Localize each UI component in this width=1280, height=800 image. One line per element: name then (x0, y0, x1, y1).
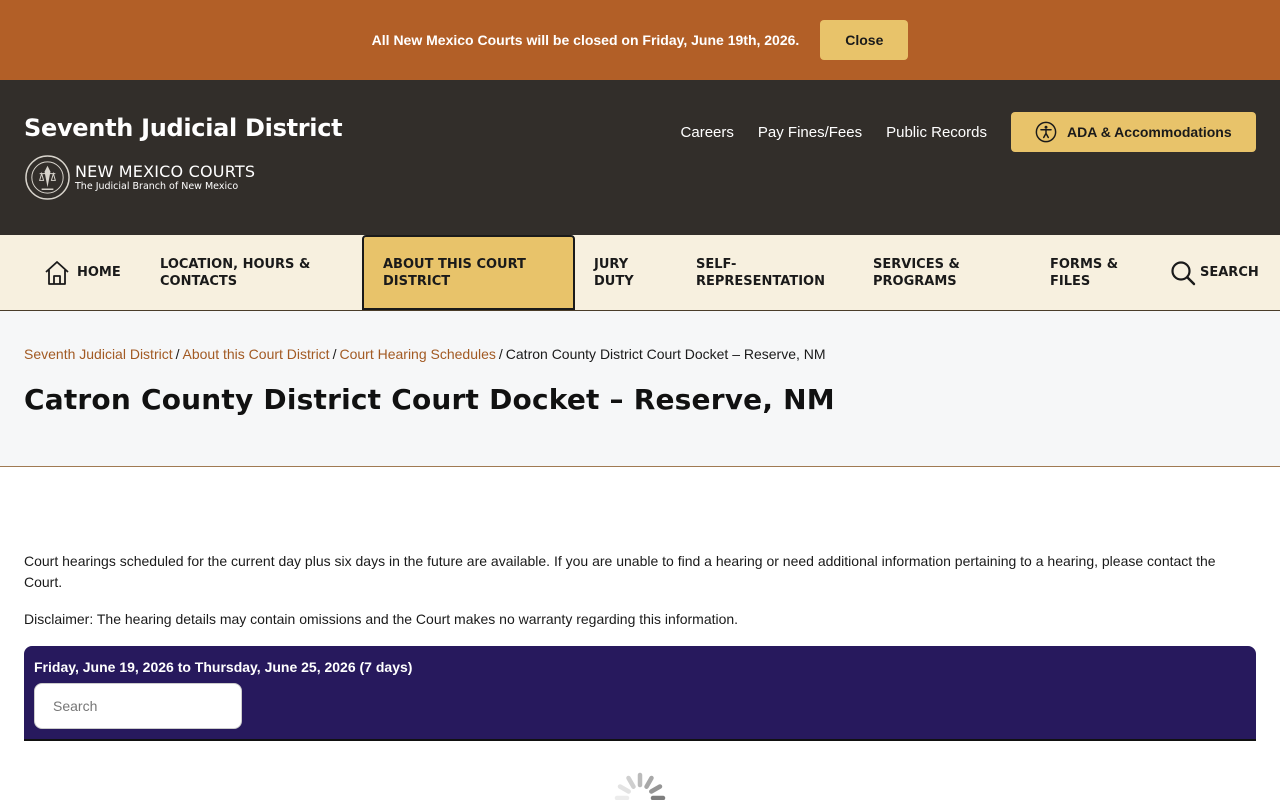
nav-location-line2: CONTACTS (160, 273, 238, 289)
nav-services-line1: SERVICES & (873, 256, 960, 272)
main-nav: HOME LOCATION, HOURS & CONTACTS ABOUT THI… (0, 235, 1280, 311)
brand-name: NEW MEXICO COURTS (75, 162, 256, 181)
alert-close-button[interactable]: Close (820, 20, 909, 60)
court-seal-icon (25, 155, 70, 200)
ada-accommodations-button[interactable]: ADA & Accommodations (1011, 112, 1256, 152)
pay-fines-link[interactable]: Pay Fines/Fees (758, 124, 862, 141)
date-range: Friday, June 19, 2026 to Thursday, June … (34, 659, 413, 675)
nav-forms-line1: FORMS & (1050, 256, 1119, 272)
nav-about-line1: ABOUT THIS COURT (383, 256, 526, 272)
breadcrumb: Seventh Judicial District / About this Cou… (24, 346, 826, 362)
nav-home-label: HOME (77, 265, 121, 280)
breadcrumb-separator: / (175, 346, 180, 362)
brand-tagline: The Judicial Branch of New Mexico (75, 181, 239, 192)
nav-jury-line1: JURY (594, 256, 629, 272)
careers-link[interactable]: Careers (681, 124, 734, 141)
ada-label: ADA & Accommodations (1067, 124, 1232, 140)
nav-about-court-district[interactable]: ABOUT THIS COURT DISTRICT (362, 235, 575, 310)
alert-banner: All New Mexico Courts will be closed on … (0, 0, 1280, 80)
disclaimer-text: Disclaimer: The hearing details may cont… (24, 611, 739, 627)
nav-search[interactable]: SEARCH (1170, 235, 1259, 310)
breadcrumb-separator: / (332, 346, 337, 362)
search-icon (1171, 260, 1196, 285)
nav-jury-line2: DUTY (594, 273, 634, 289)
alert-message: All New Mexico Courts will be closed on … (371, 32, 800, 48)
breadcrumb-separator: / (498, 346, 503, 362)
nav-location-hours-contacts[interactable]: LOCATION, HOURS & CONTACTS (160, 235, 310, 310)
docket-panel: Friday, June 19, 2026 to Thursday, June … (24, 646, 1256, 741)
brand-logo[interactable]: NEW MEXICO COURTS The Judicial Branch of… (24, 154, 255, 201)
site-header: Seventh Judicial District NEW MEXICO COU… (0, 80, 1280, 235)
accessibility-icon (1035, 121, 1057, 143)
nav-services-programs[interactable]: SERVICES & PROGRAMS (873, 235, 960, 310)
public-records-link[interactable]: Public Records (886, 124, 987, 141)
site-title[interactable]: Seventh Judicial District (24, 114, 343, 142)
nav-location-line1: LOCATION, HOURS & (160, 256, 311, 272)
nav-self-representation[interactable]: SELF- REPRESENTATION (696, 235, 825, 310)
nav-home[interactable]: HOME (43, 235, 121, 310)
page-header: Seventh Judicial District / About this Cou… (0, 311, 1280, 467)
docket-search-input[interactable] (34, 683, 242, 729)
nav-about-line2: DISTRICT (383, 273, 451, 289)
nav-self-line2: REPRESENTATION (696, 273, 825, 289)
loading-spinner-icon (614, 772, 666, 800)
page-title: Catron County District Court Docket – Re… (24, 383, 835, 416)
nav-search-label: SEARCH (1200, 265, 1259, 280)
utility-nav: Careers Pay Fines/Fees Public Records (681, 124, 987, 141)
nav-services-line2: PROGRAMS (873, 273, 957, 289)
intro-text: Court hearings scheduled for the current… (24, 553, 1216, 590)
breadcrumb-current: Catron County District Court Docket – Re… (505, 346, 826, 362)
nav-forms-files[interactable]: FORMS & FILES (1050, 235, 1118, 310)
nav-self-line1: SELF- (696, 256, 737, 272)
nav-jury-duty[interactable]: JURY DUTY (594, 235, 634, 310)
breadcrumb-item[interactable]: Court Hearing Schedules (339, 346, 495, 362)
breadcrumb-item[interactable]: About this Court District (183, 346, 330, 362)
breadcrumb-item[interactable]: Seventh Judicial District (24, 346, 173, 362)
home-icon (45, 260, 69, 285)
nav-forms-line2: FILES (1050, 273, 1091, 289)
